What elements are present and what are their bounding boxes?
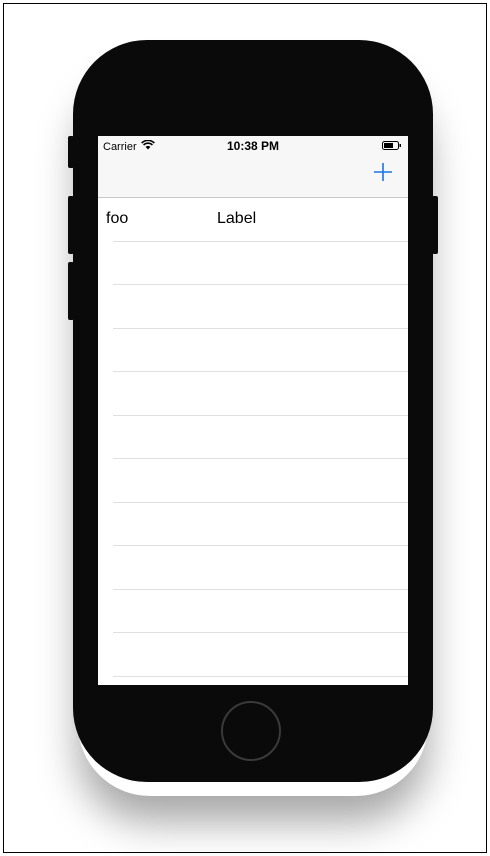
navigation-bar — [98, 156, 408, 198]
cell-title: foo — [106, 210, 129, 227]
status-bar: Carrier 10:38 PM — [98, 136, 408, 156]
table-row[interactable] — [98, 590, 408, 634]
table-row[interactable] — [98, 329, 408, 373]
table-view[interactable]: foo Label — [98, 198, 408, 677]
table-row[interactable] — [98, 242, 408, 286]
device-screen: Carrier 10:38 PM foo Label — [98, 136, 408, 685]
table-row[interactable]: foo Label — [98, 198, 408, 242]
home-button-icon[interactable] — [221, 701, 281, 761]
table-row[interactable] — [98, 503, 408, 547]
battery-icon — [382, 141, 402, 150]
table-row[interactable] — [98, 546, 408, 590]
table-row[interactable] — [98, 372, 408, 416]
table-row[interactable] — [98, 633, 408, 677]
table-row[interactable] — [98, 416, 408, 460]
status-time: 10:38 PM — [226, 139, 280, 153]
plus-icon — [373, 162, 393, 187]
table-row[interactable] — [98, 459, 408, 503]
add-button[interactable] — [368, 159, 398, 189]
cell-detail: Label — [217, 210, 257, 227]
table-row[interactable] — [98, 285, 408, 329]
